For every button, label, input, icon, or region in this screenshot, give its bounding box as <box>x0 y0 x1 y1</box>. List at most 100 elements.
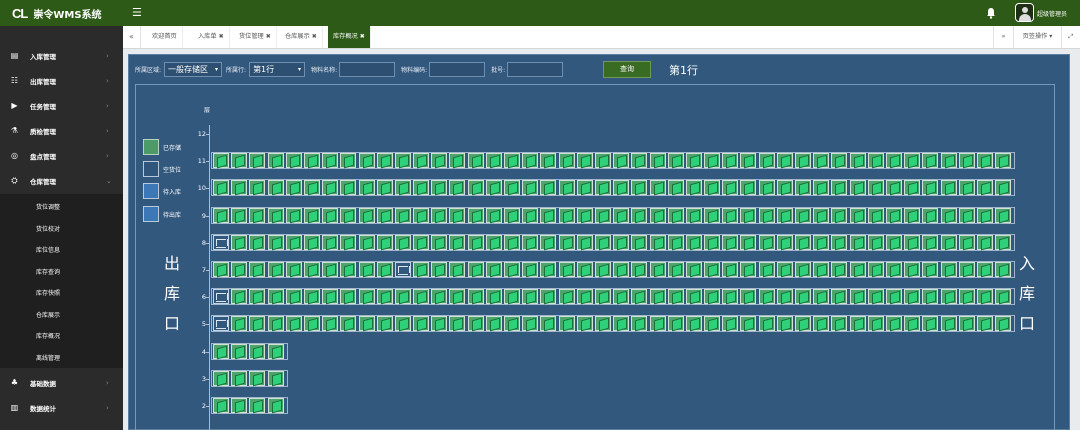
stored-slot[interactable] <box>867 316 884 332</box>
stored-slot[interactable] <box>213 180 229 196</box>
stored-slot[interactable] <box>522 180 539 196</box>
stored-slot[interactable] <box>449 316 466 332</box>
stored-slot[interactable] <box>540 207 557 223</box>
stored-slot[interactable] <box>522 153 539 169</box>
stored-slot[interactable] <box>649 153 666 169</box>
stored-slot[interactable] <box>485 289 502 305</box>
close-icon[interactable]: ✖ <box>219 33 224 40</box>
stored-slot[interactable] <box>303 289 320 305</box>
submenu-item[interactable]: 货位校对 <box>36 224 60 233</box>
stored-slot[interactable] <box>758 289 775 305</box>
stored-slot[interactable] <box>485 180 502 196</box>
stored-slot[interactable] <box>249 207 266 223</box>
stored-slot[interactable] <box>813 180 830 196</box>
stored-slot[interactable] <box>413 153 430 169</box>
stored-slot[interactable] <box>449 153 466 169</box>
stored-slot[interactable] <box>904 153 921 169</box>
stored-slot[interactable] <box>795 316 811 332</box>
stored-slot[interactable] <box>303 207 320 223</box>
stored-slot[interactable] <box>431 262 448 277</box>
stored-slot[interactable] <box>249 234 266 250</box>
stored-slot[interactable] <box>540 153 557 169</box>
stored-slot[interactable] <box>831 234 848 250</box>
stored-slot[interactable] <box>958 180 975 196</box>
stored-slot[interactable] <box>431 234 448 250</box>
stored-slot[interactable] <box>249 289 266 305</box>
stored-slot[interactable] <box>813 316 830 332</box>
stored-slot[interactable] <box>940 234 957 250</box>
stored-slot[interactable] <box>667 180 684 196</box>
tab-inventory-overview[interactable]: 库存概况 ✖ <box>328 26 371 48</box>
stored-slot[interactable] <box>522 207 539 223</box>
stored-slot[interactable] <box>213 262 229 277</box>
stored-slot[interactable] <box>885 234 902 250</box>
stored-slot[interactable] <box>631 289 648 305</box>
stored-slot[interactable] <box>413 262 430 277</box>
stored-slot[interactable] <box>958 207 975 223</box>
stored-slot[interactable] <box>231 262 248 277</box>
stored-slot[interactable] <box>849 207 866 223</box>
stored-slot[interactable] <box>631 180 648 196</box>
stored-slot[interactable] <box>449 262 466 277</box>
stored-slot[interactable] <box>322 289 339 305</box>
stored-slot[interactable] <box>558 180 575 196</box>
stored-slot[interactable] <box>594 234 611 250</box>
stored-slot[interactable] <box>504 316 520 332</box>
stored-slot[interactable] <box>885 153 902 169</box>
stored-slot[interactable] <box>904 262 921 277</box>
stored-slot[interactable] <box>358 289 375 305</box>
stored-slot[interactable] <box>576 180 593 196</box>
submenu-item[interactable]: 库位信息 <box>36 245 60 254</box>
stored-slot[interactable] <box>358 262 375 277</box>
stored-slot[interactable] <box>322 207 339 223</box>
stored-slot[interactable] <box>922 316 939 332</box>
stored-slot[interactable] <box>776 262 793 277</box>
stored-slot[interactable] <box>613 207 630 223</box>
sidebar-item-inventory-check[interactable]: ◎ 盘点管理 › <box>0 143 123 168</box>
stored-slot[interactable] <box>394 180 411 196</box>
stored-slot[interactable] <box>358 316 375 332</box>
stored-slot[interactable] <box>303 316 320 332</box>
stored-slot[interactable] <box>922 153 939 169</box>
tab-scroll-left-icon[interactable]: « <box>123 26 141 48</box>
stored-slot[interactable] <box>358 180 375 196</box>
stored-slot[interactable] <box>340 262 357 277</box>
stored-slot[interactable] <box>249 180 266 196</box>
stored-slot[interactable] <box>940 262 957 277</box>
close-icon[interactable]: ✖ <box>266 33 271 40</box>
stored-slot[interactable] <box>904 289 921 305</box>
stored-slot[interactable] <box>758 234 775 250</box>
stored-slot[interactable] <box>267 207 284 223</box>
page-ops-dropdown[interactable]: 页签操作 ▾ <box>1013 26 1061 48</box>
tab-welcome[interactable]: 欢迎首页 <box>147 26 183 48</box>
stored-slot[interactable] <box>540 289 557 305</box>
stored-slot[interactable] <box>431 316 448 332</box>
stored-slot[interactable] <box>667 207 684 223</box>
stored-slot[interactable] <box>704 316 721 332</box>
stored-slot[interactable] <box>431 289 448 305</box>
stored-slot[interactable] <box>340 180 357 196</box>
stored-slot[interactable] <box>704 207 721 223</box>
sidebar-item-base-data[interactable]: ♣ 基础数据 › <box>0 370 123 395</box>
stored-slot[interactable] <box>885 316 902 332</box>
stored-slot[interactable] <box>995 153 1012 169</box>
stored-slot[interactable] <box>867 289 884 305</box>
stored-slot[interactable] <box>722 289 739 305</box>
stored-slot[interactable] <box>813 207 830 223</box>
stored-slot[interactable] <box>758 180 775 196</box>
stored-slot[interactable] <box>467 289 484 305</box>
stored-slot[interactable] <box>413 289 430 305</box>
stored-slot[interactable] <box>576 207 593 223</box>
stored-slot[interactable] <box>740 316 757 332</box>
stored-slot[interactable] <box>649 180 666 196</box>
stored-slot[interactable] <box>358 153 375 169</box>
stored-slot[interactable] <box>740 207 757 223</box>
empty-slot[interactable] <box>213 289 229 305</box>
stored-slot[interactable] <box>849 180 866 196</box>
stored-slot[interactable] <box>958 316 975 332</box>
stored-slot[interactable] <box>285 234 302 250</box>
stored-slot[interactable] <box>976 289 993 305</box>
stored-slot[interactable] <box>831 262 848 277</box>
stored-slot[interactable] <box>813 234 830 250</box>
stored-slot[interactable] <box>322 262 339 277</box>
